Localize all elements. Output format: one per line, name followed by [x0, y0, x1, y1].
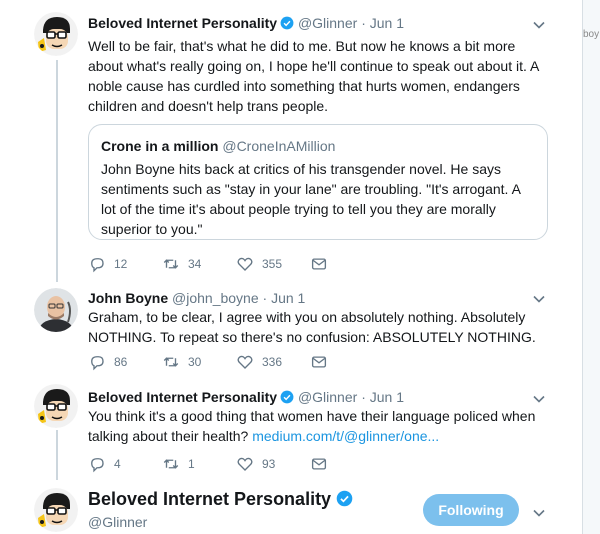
separator: ·: [361, 389, 366, 405]
focused-author-name-row: Beloved Internet Personality: [88, 489, 353, 510]
tweet-2[interactable]: John Boyne @john_boyne · Jun 1 Graham, t…: [0, 280, 582, 374]
edge-text: boy: [583, 29, 600, 40]
retweet-button[interactable]: 34: [162, 254, 201, 274]
author-name[interactable]: John Boyne: [88, 290, 168, 306]
envelope-icon: [311, 458, 327, 470]
like-button[interactable]: 336: [236, 352, 282, 372]
chevron-down-icon[interactable]: [532, 18, 546, 32]
focused-author-handle[interactable]: @Glinner: [88, 514, 147, 530]
tweet-link[interactable]: medium.com/t/@glinner/one...: [252, 428, 439, 444]
focused-author-name[interactable]: Beloved Internet Personality: [88, 489, 331, 509]
quote-text: John Boyne hits back at critics of his t…: [101, 161, 521, 237]
retweet-count: 1: [188, 457, 195, 471]
tweet-header: Beloved Internet Personality @Glinner · …: [88, 388, 404, 406]
dm-button[interactable]: [310, 352, 336, 372]
tweet-text: Graham, to be clear, I agree with you on…: [88, 309, 536, 345]
tweet-date[interactable]: Jun 1: [271, 290, 305, 306]
reply-count: 12: [114, 257, 128, 271]
following-button[interactable]: Following: [423, 494, 519, 526]
heart-icon: [237, 257, 253, 271]
reply-icon: [91, 458, 104, 473]
reply-button[interactable]: 4: [88, 454, 121, 474]
author-handle[interactable]: @Glinner: [298, 15, 357, 31]
envelope-icon: [311, 258, 327, 270]
tweet-text-block: You think it's a good thing that women h…: [88, 406, 550, 446]
tweet-header: John Boyne @john_boyne · Jun 1: [88, 289, 305, 307]
verified-badge-icon: [280, 390, 294, 404]
author-name[interactable]: Beloved Internet Personality: [88, 389, 277, 405]
quote-header: Crone in a million @CroneInAMillion: [101, 138, 335, 154]
avatar[interactable]: [34, 288, 78, 332]
reply-count: 86: [114, 355, 128, 369]
tweet-date[interactable]: Jun 1: [370, 389, 404, 405]
tweet-1[interactable]: Beloved Internet Personality @Glinner · …: [0, 0, 582, 280]
reply-icon: [91, 356, 104, 371]
dm-button[interactable]: [310, 454, 336, 474]
separator: ·: [262, 290, 268, 306]
chevron-down-icon[interactable]: [532, 292, 546, 306]
retweet-icon: [163, 357, 179, 367]
author-handle[interactable]: @Glinner: [298, 389, 357, 405]
quote-author-handle: @CroneInAMillion: [222, 138, 336, 154]
tweet-date[interactable]: Jun 1: [370, 15, 404, 31]
retweet-count: 34: [188, 257, 202, 271]
like-count: 336: [262, 355, 283, 369]
author-handle[interactable]: @john_boyne: [172, 290, 259, 306]
tweet-header: Beloved Internet Personality @Glinner · …: [88, 14, 404, 32]
avatar[interactable]: [34, 12, 78, 56]
like-button[interactable]: 93: [236, 454, 275, 474]
reply-button[interactable]: 86: [88, 352, 127, 372]
adjacent-page-edge: boy: [583, 0, 600, 534]
like-count: 355: [262, 257, 283, 271]
verified-badge-icon: [280, 16, 294, 30]
like-button[interactable]: 355: [236, 254, 282, 274]
retweet-icon: [163, 259, 179, 269]
quote-author-name: Crone in a million: [101, 138, 219, 154]
retweet-icon: [163, 459, 179, 469]
retweet-count: 30: [188, 355, 202, 369]
avatar[interactable]: [34, 384, 78, 428]
retweet-button[interactable]: 30: [162, 352, 201, 372]
tweet-3[interactable]: Beloved Internet Personality @Glinner · …: [0, 374, 582, 482]
chevron-down-icon[interactable]: [532, 392, 546, 406]
author-name[interactable]: Beloved Internet Personality: [88, 15, 277, 31]
chevron-down-icon[interactable]: [532, 506, 546, 520]
separator: ·: [361, 15, 366, 31]
tweet-text: Well to be fair, that's what he did to m…: [88, 38, 539, 114]
reply-count: 4: [114, 457, 121, 471]
verified-badge-icon: [336, 490, 353, 507]
dm-button[interactable]: [310, 254, 336, 274]
conversation-panel: Beloved Internet Personality @Glinner · …: [0, 0, 583, 534]
reply-icon: [91, 258, 104, 273]
like-count: 93: [262, 457, 276, 471]
heart-icon: [237, 457, 253, 471]
quoted-tweet[interactable]: Crone in a million @CroneInAMillion John…: [88, 124, 548, 240]
envelope-icon: [311, 356, 327, 368]
avatar[interactable]: [34, 488, 78, 532]
reply-button[interactable]: 12: [88, 254, 127, 274]
retweet-button[interactable]: 1: [162, 454, 195, 474]
heart-icon: [237, 355, 253, 369]
